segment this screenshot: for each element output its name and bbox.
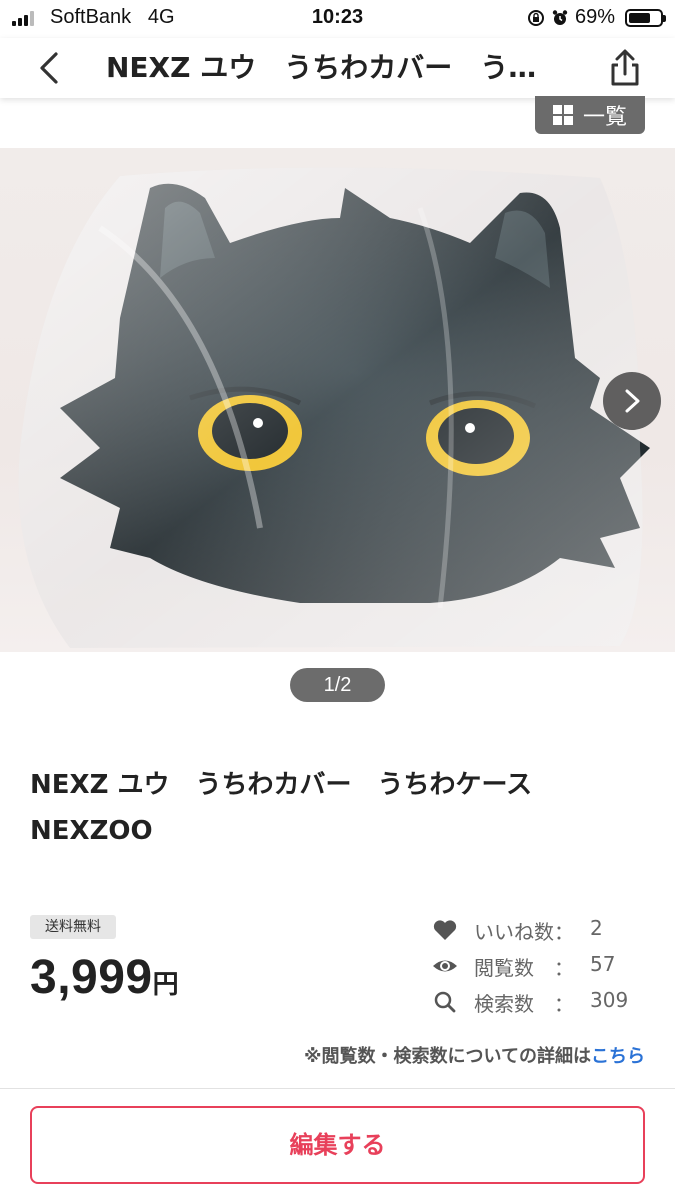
image-page-indicator: 1/2 [290, 668, 385, 702]
chevron-right-icon [625, 389, 640, 413]
grid-icon [552, 105, 573, 125]
views-value: 57 [590, 952, 616, 976]
status-right: 69% [527, 6, 666, 29]
likes-stat: いいね数： 2 [432, 914, 652, 946]
searches-stat: 検索数 ： 309 [432, 986, 652, 1018]
battery-percent: 69% [574, 6, 615, 28]
product-photo[interactable] [0, 148, 675, 652]
stats-note-text: ※閲覧数・検索数についての詳細は [304, 1046, 591, 1067]
navigation-bar: NEXZ ユウ うちわカバー う… [0, 38, 675, 98]
free-shipping-badge: 送料無料 [30, 915, 116, 939]
eye-icon [433, 960, 457, 972]
next-image-button[interactable] [603, 372, 661, 430]
views-stat: 閲覧数 ： 57 [432, 950, 652, 982]
battery-fill [629, 12, 650, 23]
likes-value: 2 [590, 916, 603, 940]
status-bar: SoftBank 4G 10:23 69% [0, 0, 675, 38]
price-unit: 円 [152, 970, 179, 1000]
list-view-label: 一覧 [582, 105, 627, 130]
edit-button[interactable]: 編集する [30, 1106, 645, 1184]
rotation-lock-icon [527, 9, 544, 26]
search-icon [434, 991, 456, 1013]
price: 3,999円 [30, 950, 179, 1010]
alarm-icon [552, 9, 568, 25]
item-title: NEXZ ユウ うちわカバー うちわケース NEXZOO [30, 770, 533, 846]
stats-details-link[interactable]: こちら [591, 1046, 645, 1067]
battery-icon [625, 8, 666, 27]
product-image-cat-fan-cover [18, 167, 650, 648]
share-icon[interactable] [603, 46, 647, 90]
price-value: 3,999 [30, 951, 153, 1004]
back-chevron-icon[interactable] [30, 48, 70, 88]
searches-label: 検索数 ： [474, 992, 574, 1016]
page-title: NEXZ ユウ うちわカバー う… [106, 51, 537, 84]
views-label: 閲覧数 ： [474, 956, 574, 980]
searches-value: 309 [590, 988, 629, 1012]
list-view-button[interactable]: 一覧 [535, 96, 645, 134]
divider [0, 1088, 675, 1089]
likes-label: いいね数： [474, 920, 574, 944]
stats-note: ※閲覧数・検索数についての詳細はこちら [304, 1042, 645, 1068]
heart-icon [433, 920, 457, 940]
